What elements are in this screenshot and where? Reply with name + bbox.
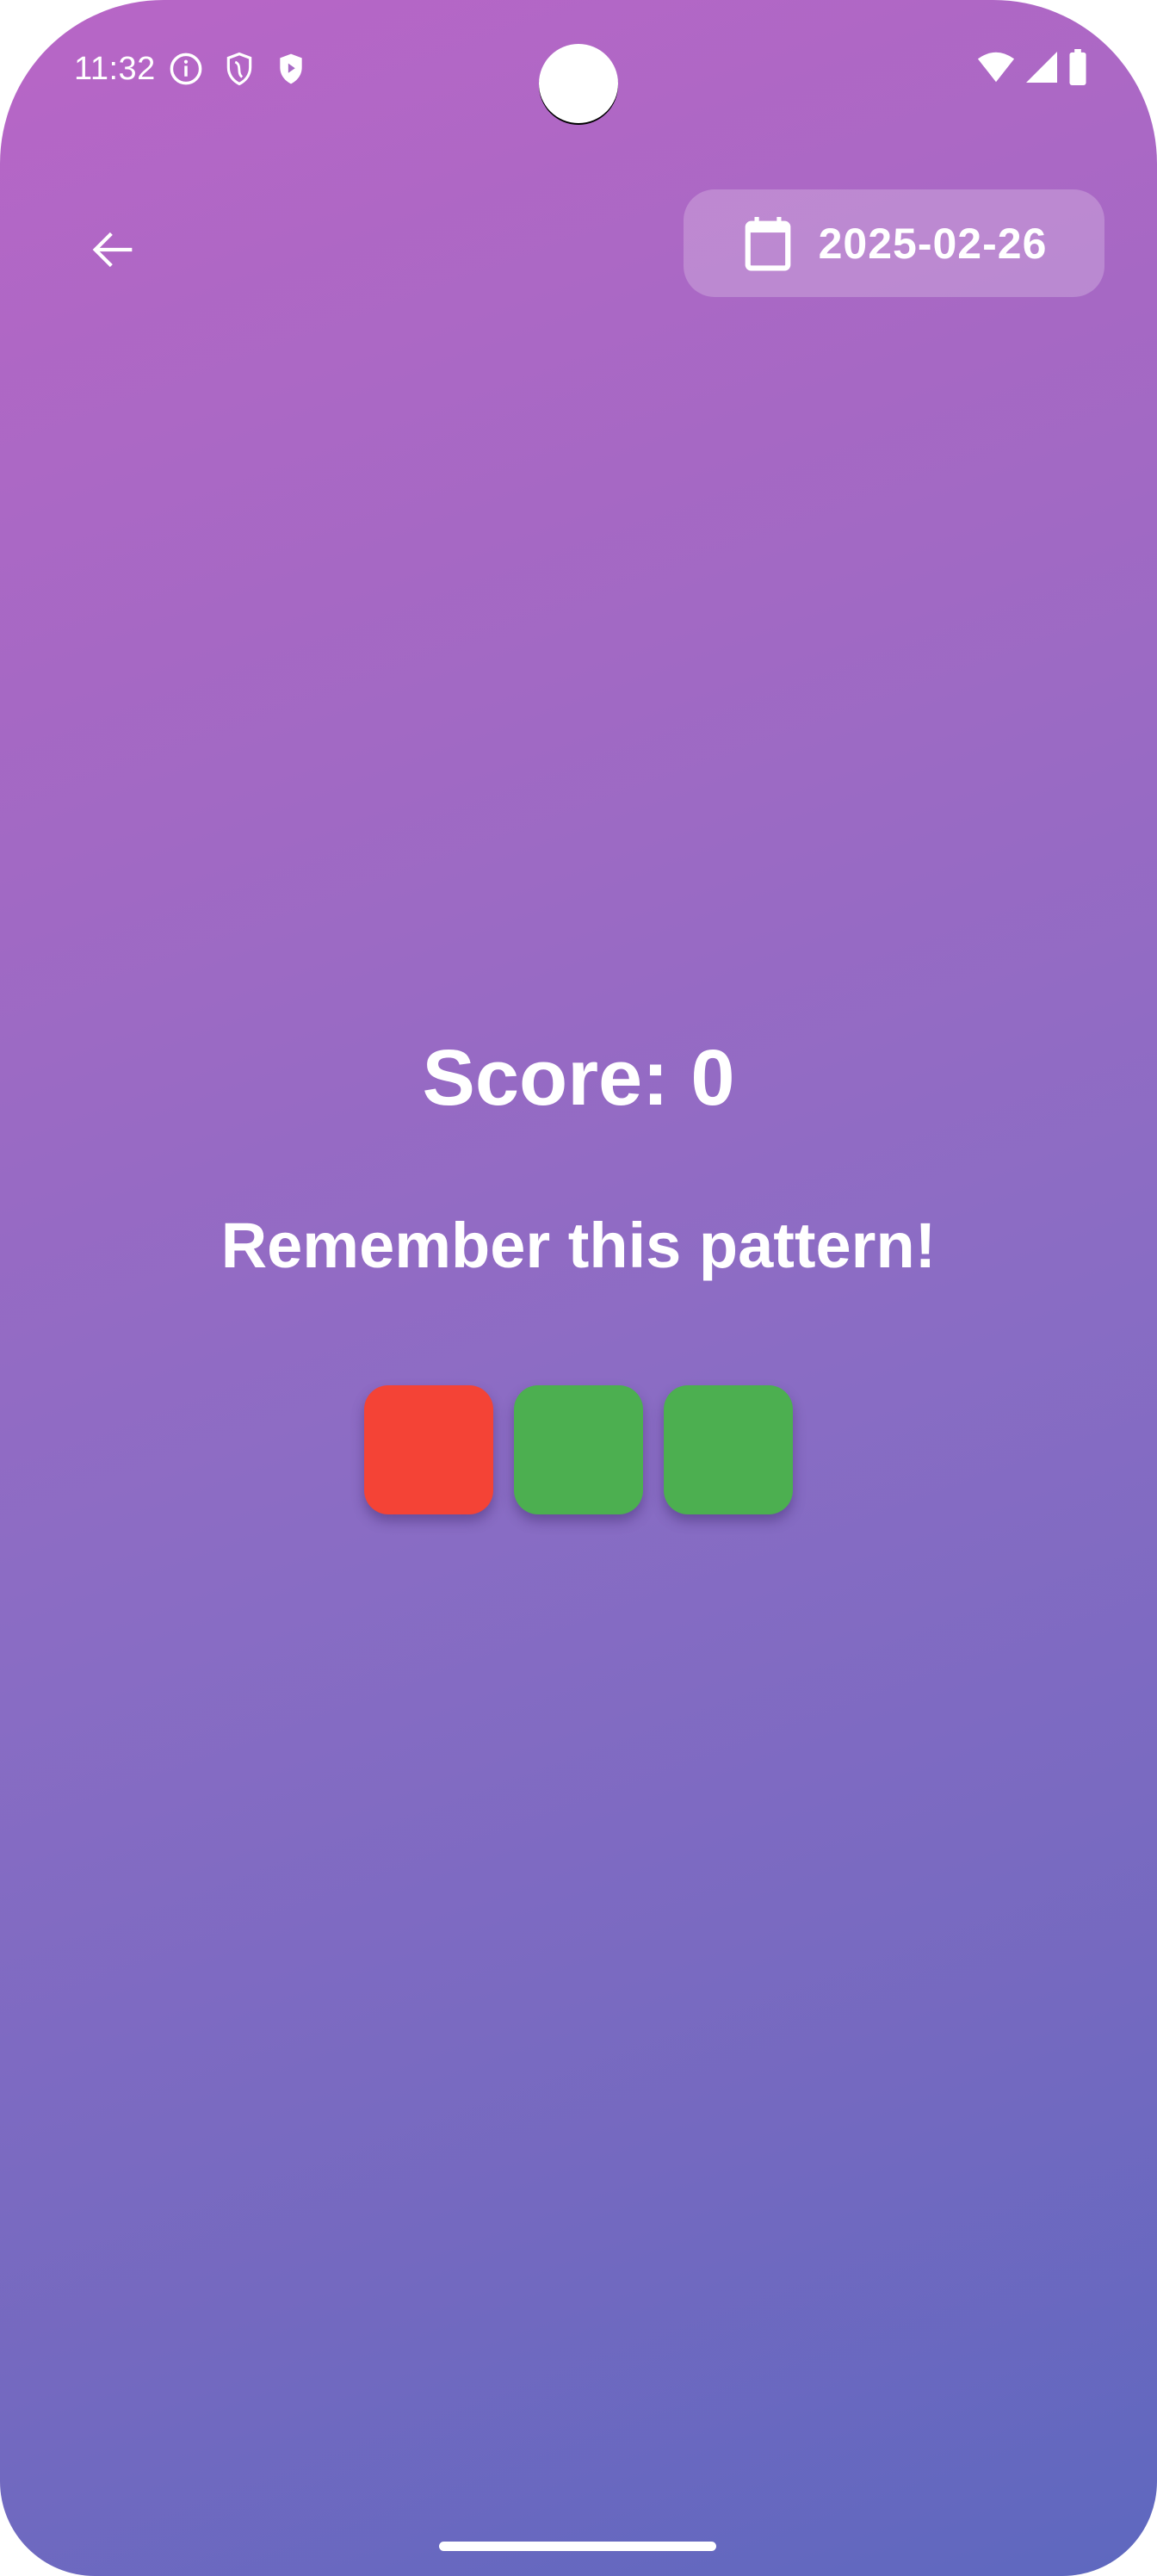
shield-icon: [223, 51, 256, 87]
info-icon: [168, 51, 204, 87]
date-picker-button[interactable]: 2025-02-26: [684, 189, 1104, 297]
pattern-tiles: [0, 1385, 1157, 1514]
pattern-tile-green[interactable]: [514, 1385, 643, 1514]
home-indicator[interactable]: [439, 2542, 716, 2551]
app-screen: 11:32 2025-02-26 Score: 0 Remember this …: [0, 0, 1157, 2576]
camera-cutout: [539, 44, 618, 123]
score-label: Score: 0: [422, 1034, 735, 1122]
pattern-tile-green[interactable]: [664, 1385, 793, 1514]
arrow-left-icon: [92, 232, 133, 268]
battery-icon: [1067, 48, 1088, 90]
calendar-icon: [745, 216, 790, 271]
signal-icon: [1024, 50, 1059, 89]
back-button[interactable]: [79, 215, 148, 284]
wifi-icon: [976, 50, 1016, 89]
pattern-tile-red[interactable]: [364, 1385, 493, 1514]
status-time: 11:32: [74, 50, 156, 87]
status-right: [976, 48, 1088, 90]
instruction-text: Remember this pattern!: [220, 1210, 937, 1281]
date-label: 2025-02-26: [818, 219, 1048, 268]
play-shield-icon: [275, 51, 307, 87]
